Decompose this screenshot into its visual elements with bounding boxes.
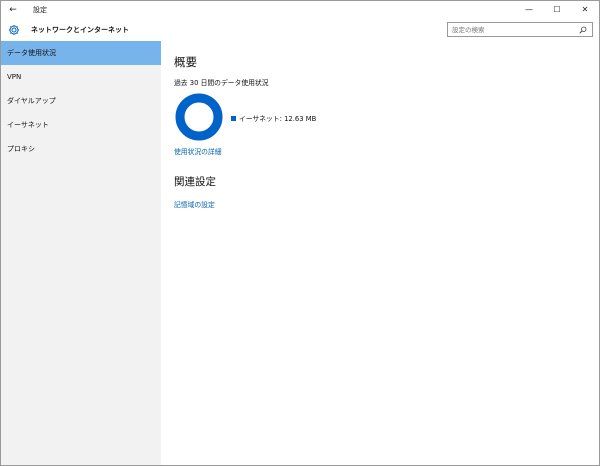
close-icon: ✕	[581, 5, 589, 14]
maximize-button[interactable]: ☐	[543, 1, 571, 18]
related-settings-heading: 関連設定	[174, 176, 216, 188]
sidebar-item-proxy[interactable]: プロキシ	[1, 137, 161, 161]
back-button[interactable]: ←	[1, 1, 25, 18]
sidebar-item-label: プロキシ	[7, 145, 35, 153]
overview-heading: 概要	[174, 55, 197, 69]
sidebar: データ使用状況 VPN ダイヤルアップ イーサネット プロキシ	[1, 41, 161, 465]
window-controls: — ☐ ✕	[515, 1, 599, 18]
sidebar-item-label: データ使用状況	[7, 49, 56, 57]
usage-legend: イーサネット: 12.63 MB	[231, 113, 316, 123]
main-content: 概要 過去 30 日間のデータ使用状況 イーサネット: 12.63 MB 使用状…	[161, 41, 599, 465]
sidebar-item-dialup[interactable]: ダイヤルアップ	[1, 89, 161, 113]
sidebar-item-vpn[interactable]: VPN	[1, 65, 161, 89]
sidebar-item-ethernet[interactable]: イーサネット	[1, 113, 161, 137]
window-title: 設定	[33, 5, 47, 14]
storage-settings-link[interactable]: 記憶域の設定	[174, 199, 215, 209]
settings-window: ← 設定 — ☐ ✕ ネットワークとインターネット 設定の検索 データ使用状況 …	[0, 0, 600, 466]
gear-icon	[7, 23, 21, 37]
usage-details-link[interactable]: 使用状況の詳細	[174, 146, 222, 156]
usage-period-text: 過去 30 日間のデータ使用状況	[174, 79, 269, 87]
close-button[interactable]: ✕	[571, 1, 599, 18]
sidebar-item-label: ダイヤルアップ	[7, 97, 56, 105]
sidebar-item-label: イーサネット	[7, 121, 49, 129]
search-icon[interactable]	[574, 23, 592, 36]
title-bar: ← 設定 — ☐ ✕	[1, 1, 599, 18]
donut-segment-ethernet	[175, 93, 223, 141]
page-title: ネットワークとインターネット	[31, 25, 129, 34]
minimize-icon: —	[525, 5, 533, 14]
search-box	[447, 22, 593, 37]
back-arrow-icon: ←	[9, 4, 17, 15]
sidebar-item-label: VPN	[7, 73, 22, 81]
page-header: ネットワークとインターネット	[1, 18, 599, 41]
usage-donut-chart	[175, 93, 223, 141]
minimize-button[interactable]: —	[515, 1, 543, 18]
sidebar-item-data-usage[interactable]: データ使用状況	[1, 41, 161, 65]
legend-swatch	[231, 115, 236, 121]
maximize-icon: ☐	[553, 5, 561, 14]
legend-label: イーサネット: 12.63 MB	[239, 115, 317, 123]
search-input[interactable]	[448, 23, 574, 36]
